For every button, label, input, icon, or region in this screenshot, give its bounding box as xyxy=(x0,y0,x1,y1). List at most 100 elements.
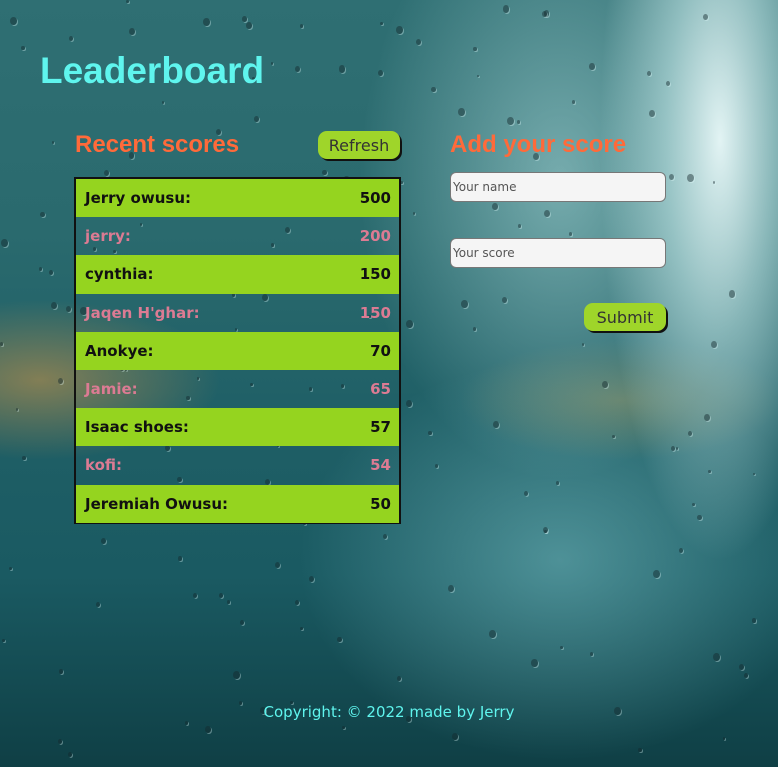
raindrop xyxy=(647,71,651,76)
raindrop xyxy=(271,62,274,65)
raindrop xyxy=(275,562,281,569)
raindrop xyxy=(507,117,514,126)
player-score: 200 xyxy=(359,227,391,246)
raindrop xyxy=(477,75,479,78)
score-row: Isaac shoes: 57 xyxy=(76,408,399,447)
raindrop xyxy=(560,646,563,650)
raindrop xyxy=(227,600,231,604)
raindrop xyxy=(458,108,465,117)
raindrop xyxy=(572,100,576,104)
score-row: cynthia: 150 xyxy=(76,255,399,294)
raindrop xyxy=(406,400,412,407)
raindrop xyxy=(337,637,342,643)
raindrop xyxy=(300,24,304,28)
raindrop xyxy=(649,110,656,118)
raindrop xyxy=(713,653,720,662)
raindrop xyxy=(39,267,43,271)
score-row: Anokye: 70 xyxy=(76,331,399,370)
footer-copyright: Copyright: © 2022 made by Jerry xyxy=(263,703,515,721)
raindrop xyxy=(378,70,384,77)
raindrop xyxy=(589,63,595,70)
raindrop xyxy=(49,270,54,276)
page-title: Leaderboard xyxy=(40,50,265,91)
raindrop xyxy=(203,18,210,26)
raindrop xyxy=(254,116,259,122)
raindrop xyxy=(679,548,684,554)
raindrop xyxy=(242,16,247,22)
raindrop xyxy=(380,22,383,25)
raindrop xyxy=(703,14,708,20)
raindrop xyxy=(126,0,129,4)
raindrop xyxy=(58,739,63,744)
raindrop xyxy=(300,627,303,631)
raindrop xyxy=(723,737,726,740)
raindrop xyxy=(531,659,538,667)
player-score: 500 xyxy=(359,189,391,208)
raindrop xyxy=(739,664,745,671)
raindrop xyxy=(22,456,26,461)
raindrop xyxy=(59,669,63,674)
raindrop xyxy=(473,47,477,52)
raindrop xyxy=(687,174,694,183)
raindrop xyxy=(406,320,413,328)
raindrop xyxy=(518,224,521,228)
raindrop xyxy=(339,65,346,73)
score-row: Jamie: 65 xyxy=(76,370,399,408)
raindrop xyxy=(590,652,594,656)
raindrop xyxy=(2,639,5,643)
raindrop xyxy=(69,36,74,42)
raindrop xyxy=(104,170,110,177)
raindrop xyxy=(544,210,550,218)
raindrop xyxy=(473,327,477,331)
raindrop xyxy=(295,66,301,73)
raindrop xyxy=(503,5,510,13)
raindrop xyxy=(556,481,560,485)
raindrop xyxy=(66,306,72,313)
add-score-title: Add your score xyxy=(450,131,627,158)
player-name: kofi: xyxy=(85,456,122,475)
raindrop xyxy=(704,414,710,422)
raindrop xyxy=(322,170,327,176)
raindrop xyxy=(413,212,416,215)
raindrop xyxy=(692,503,695,507)
raindrop xyxy=(543,527,548,533)
player-name: Jaqen H'ghar: xyxy=(85,303,200,322)
score-row: Jeremiah Owusu: 50 xyxy=(76,484,399,523)
raindrop xyxy=(246,22,252,29)
raindrop xyxy=(428,431,432,436)
raindrop xyxy=(396,26,403,35)
raindrop xyxy=(309,576,314,582)
raindrop xyxy=(582,343,584,346)
player-name: cynthia: xyxy=(85,265,154,284)
raindrop xyxy=(193,593,198,599)
raindrop xyxy=(383,534,388,539)
raindrop xyxy=(162,101,165,104)
raindrop xyxy=(638,748,642,753)
score-row: Jaqen H'ghar: 150 xyxy=(76,294,399,332)
raindrop xyxy=(448,585,454,592)
raindrop xyxy=(52,141,55,144)
score-row: kofi: 54 xyxy=(76,446,399,484)
raindrop xyxy=(569,232,573,236)
raindrop xyxy=(233,671,240,680)
player-name: Jamie: xyxy=(85,380,138,399)
submit-button[interactable]: Submit xyxy=(584,303,666,331)
raindrop xyxy=(753,473,755,476)
refresh-button[interactable]: Refresh xyxy=(318,131,400,159)
raindrop xyxy=(752,618,756,623)
name-input[interactable] xyxy=(450,172,666,202)
raindrop xyxy=(416,39,422,46)
raindrop xyxy=(524,491,529,496)
player-name: Jeremiah Owusu: xyxy=(85,494,229,513)
raindrop xyxy=(676,447,679,450)
raindrop xyxy=(205,726,211,733)
raindrop xyxy=(711,341,717,348)
score-input[interactable] xyxy=(450,238,666,268)
raindrop xyxy=(68,752,73,757)
raindrop xyxy=(713,181,716,184)
player-score: 150 xyxy=(359,303,391,322)
raindrop xyxy=(502,297,507,303)
raindrop xyxy=(101,538,106,544)
scores-table: Jerry owusu: 500 jerry: 200 cynthia: 150… xyxy=(74,177,401,524)
raindrop xyxy=(435,464,439,468)
